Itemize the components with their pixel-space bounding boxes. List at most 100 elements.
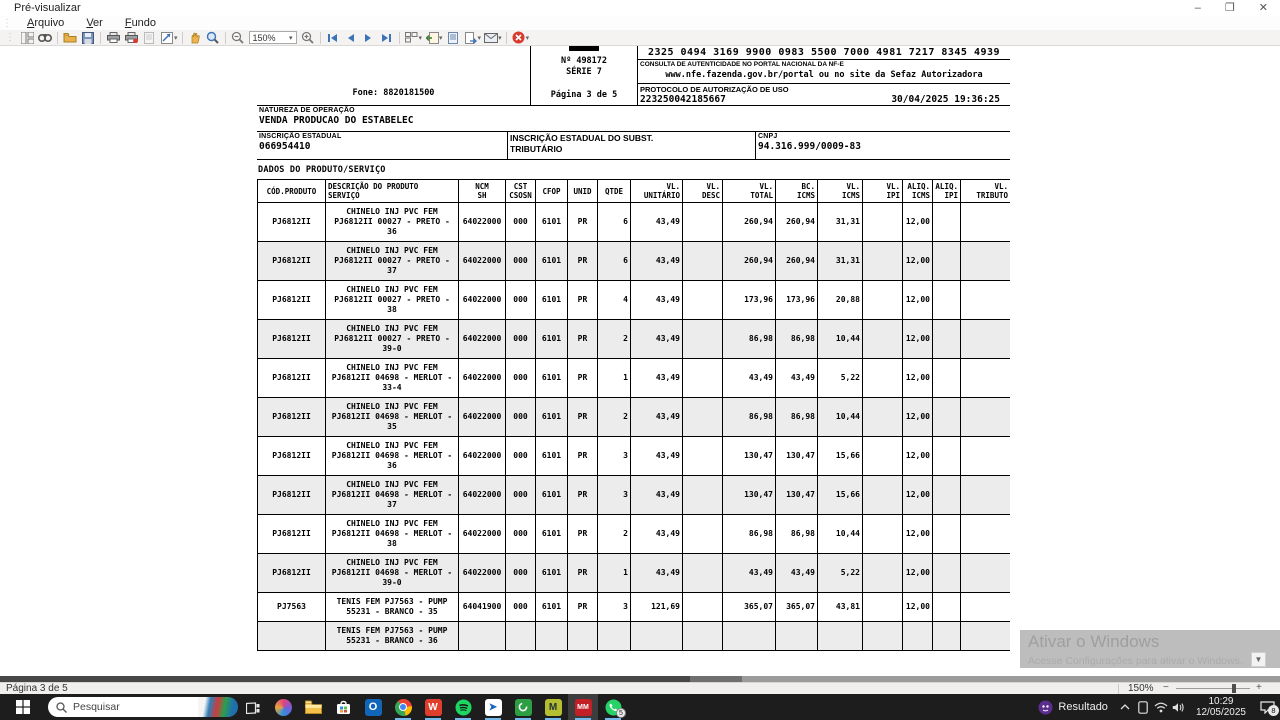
tray-expand-chevron-icon[interactable]: [1116, 694, 1134, 720]
cell: CHINELO INJ PVC FEMPJ6812II 04698 - MERL…: [326, 476, 459, 515]
cell: 64022000: [459, 398, 506, 437]
minimize-button[interactable]: –: [1195, 1, 1201, 15]
file-explorer-button[interactable]: [298, 694, 328, 720]
cell: TENIS FEM PJ7563 - PUMP55231 - BRANCO - …: [326, 593, 459, 622]
cell: 260,94: [776, 203, 818, 242]
export-caret-icon[interactable]: ▾: [439, 34, 443, 42]
cell: [863, 281, 903, 320]
outlook-button[interactable]: O: [358, 694, 388, 720]
print-icon[interactable]: [104, 31, 122, 45]
print-setup-icon[interactable]: [122, 31, 140, 45]
cell: 64022000: [459, 554, 506, 593]
cell: PR: [568, 476, 598, 515]
cell: PJ6812II: [258, 320, 326, 359]
zoom-dynamic-icon[interactable]: [204, 31, 222, 45]
zoom-slider-track[interactable]: [1176, 688, 1250, 689]
zoom-out-control[interactable]: −: [1163, 682, 1169, 693]
cell: PJ6812II: [258, 359, 326, 398]
column-header: NCMSH: [459, 180, 506, 203]
zoom-combobox[interactable]: 150%▾: [249, 31, 297, 44]
cell: 2: [598, 398, 631, 437]
windows-logo-icon: [16, 700, 30, 714]
pan-hand-icon[interactable]: [186, 31, 204, 45]
scroll-down-button[interactable]: ▼: [1251, 652, 1266, 667]
mail-caret-icon[interactable]: ▾: [498, 34, 502, 42]
protocolo-number: 223250042185667: [640, 94, 726, 105]
zoom-dropdown-icon[interactable]: ▾: [289, 34, 293, 42]
cell: [631, 622, 683, 651]
cell: [933, 242, 961, 281]
yellow-app-button[interactable]: M: [538, 694, 568, 720]
zoom-out-icon[interactable]: [229, 31, 247, 45]
page-preview-icon[interactable]: [140, 31, 158, 45]
cell: 12,00: [903, 593, 933, 622]
spotify-icon: [455, 699, 472, 716]
start-button[interactable]: [0, 694, 46, 720]
table-row: PJ6812IICHINELO INJ PVC FEMPJ6812II 0469…: [258, 359, 1011, 398]
copilot-button[interactable]: [268, 694, 298, 720]
task-view-button[interactable]: [238, 694, 268, 720]
report-icon[interactable]: [444, 31, 462, 45]
close-button[interactable]: ✕: [1259, 1, 1268, 15]
cell: PR: [568, 203, 598, 242]
wps-button[interactable]: W: [418, 694, 448, 720]
print-preview-area[interactable]: Fone: 8820181500 Nº 498172 SÉRIE 7 Págin…: [0, 46, 1280, 676]
zoom-in-control[interactable]: +: [1256, 682, 1262, 693]
chrome-button[interactable]: [388, 694, 418, 720]
send-caret-icon[interactable]: ▾: [478, 34, 482, 42]
spotify-button[interactable]: [448, 694, 478, 720]
notification-center-button[interactable]: 8: [1254, 694, 1280, 720]
save-icon[interactable]: [79, 31, 97, 45]
menu-ver[interactable]: Ver: [86, 17, 103, 29]
taskbar-search-input[interactable]: Pesquisar: [48, 697, 198, 717]
erp-app-button[interactable]: MM: [568, 694, 598, 720]
cell: [933, 476, 961, 515]
cell: [683, 203, 723, 242]
cell: 2: [598, 320, 631, 359]
volume-icon[interactable]: [1170, 694, 1188, 720]
zoom-in-icon[interactable]: [299, 31, 317, 45]
cell: 12,00: [903, 242, 933, 281]
search-highlight-image[interactable]: [198, 697, 238, 717]
fit-zoom-caret-icon[interactable]: ▾: [174, 34, 178, 42]
maximize-button[interactable]: ❐: [1225, 1, 1235, 15]
taskbar-clock[interactable]: 10:29 12/05/2025: [1196, 696, 1246, 719]
cell: [933, 203, 961, 242]
cell: [863, 359, 903, 398]
media-player-button[interactable]: ➤: [478, 694, 508, 720]
whatsapp-badge: 5: [616, 708, 626, 718]
cell: PJ6812II: [258, 476, 326, 515]
open-icon[interactable]: [61, 31, 79, 45]
column-header: CÓD.PRODUTO: [258, 180, 326, 203]
wifi-icon[interactable]: [1152, 694, 1170, 720]
cell: [863, 242, 903, 281]
prev-page-icon[interactable]: [342, 31, 360, 45]
cell: 000: [506, 476, 536, 515]
tray-app-icon[interactable]: [1036, 694, 1054, 720]
consulta-url: www.nfe.fazenda.gov.br/portal ou no site…: [638, 70, 1010, 80]
cell: [723, 622, 776, 651]
cell: [683, 398, 723, 437]
zoom-slider-thumb[interactable]: [1232, 684, 1236, 693]
cell: 6101: [536, 398, 568, 437]
next-page-icon[interactable]: [360, 31, 378, 45]
close-caret-icon[interactable]: ▾: [526, 34, 530, 42]
store-button[interactable]: [328, 694, 358, 720]
cell: 12,00: [903, 320, 933, 359]
page-layout-icon[interactable]: [18, 31, 36, 45]
last-page-icon[interactable]: [378, 31, 396, 45]
cell: [961, 593, 1011, 622]
cell: 31,31: [818, 203, 863, 242]
phone-link-icon[interactable]: [1134, 694, 1152, 720]
chrome-icon: [395, 699, 412, 716]
bank-app-button[interactable]: [508, 694, 538, 720]
whatsapp-button[interactable]: 5: [598, 694, 628, 720]
cell: 130,47: [776, 437, 818, 476]
layout-caret-icon[interactable]: ▾: [419, 34, 423, 42]
cell: [459, 622, 506, 651]
find-icon[interactable]: [36, 31, 54, 45]
cell: [961, 554, 1011, 593]
menu-arquivo[interactable]: Arquivo: [27, 17, 64, 29]
menu-fundo[interactable]: Fundo: [125, 17, 156, 29]
first-page-icon[interactable]: [324, 31, 342, 45]
